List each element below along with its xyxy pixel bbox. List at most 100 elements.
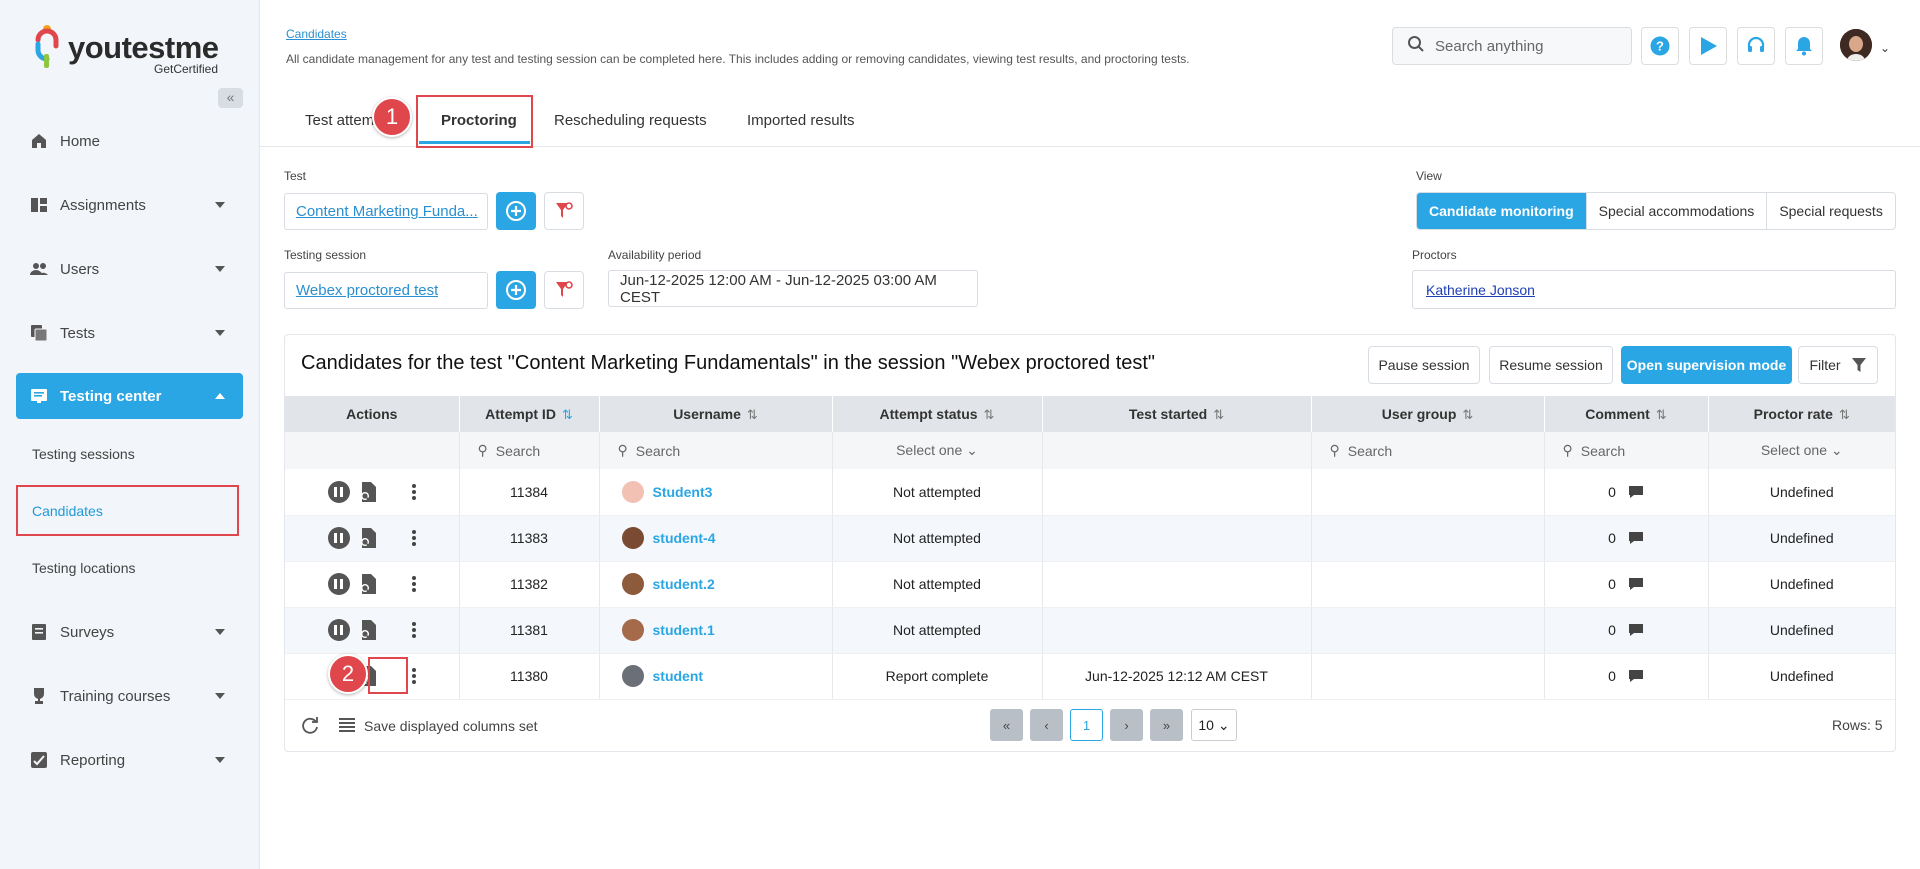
attempt-status-select[interactable]: Select one ⌄ <box>831 432 1042 469</box>
notifications-button[interactable] <box>1785 27 1823 65</box>
columns-list-icon[interactable] <box>339 717 355 736</box>
resume-session-button[interactable]: Resume session <box>1489 346 1613 384</box>
comment-icon[interactable] <box>1628 669 1644 683</box>
select-test-button[interactable] <box>496 192 536 230</box>
comment-icon[interactable] <box>1628 531 1644 545</box>
filter-button[interactable]: Filter <box>1798 346 1878 384</box>
report-icon[interactable] <box>358 619 378 641</box>
sidebar-item-assignments[interactable]: Assignments <box>16 182 243 228</box>
column-header-proctor-rate[interactable]: Proctor rate ⇅ <box>1707 396 1895 432</box>
column-header-username[interactable]: Username ⇅ <box>598 396 832 432</box>
username-cell[interactable]: student <box>598 653 832 700</box>
username-search-input[interactable]: ⚲ Search <box>598 432 832 469</box>
page-size-select[interactable]: 10 ⌄ <box>1191 709 1237 741</box>
comment-search-input[interactable]: ⚲ Search <box>1543 432 1708 469</box>
play-tour-button[interactable] <box>1689 27 1727 65</box>
column-header-attempt-id[interactable]: Attempt ID ⇅ <box>458 396 599 432</box>
username-link[interactable]: Student3 <box>653 484 713 500</box>
user-avatar[interactable] <box>1840 29 1872 61</box>
more-options-icon[interactable] <box>411 528 416 548</box>
select-session-button[interactable] <box>496 271 536 309</box>
report-icon[interactable] <box>358 481 378 503</box>
pause-icon[interactable] <box>327 573 350 595</box>
username-link[interactable]: student-4 <box>653 530 716 546</box>
clear-session-button[interactable] <box>544 271 584 309</box>
breadcrumb[interactable]: Candidates <box>286 27 347 41</box>
collapse-sidebar-button[interactable]: « <box>218 88 243 108</box>
tab-rescheduling-requests[interactable]: Rescheduling requests <box>554 112 707 129</box>
column-header-user-group[interactable]: User group ⇅ <box>1310 396 1544 432</box>
proctor-link[interactable]: Katherine Jonson <box>1426 282 1535 298</box>
user-group-search-input[interactable]: ⚲ Search <box>1310 432 1544 469</box>
sort-ascending-icon[interactable]: ⇅ <box>562 407 573 422</box>
previous-page-button[interactable]: ‹ <box>1030 709 1063 741</box>
help-button[interactable]: ? <box>1641 27 1679 65</box>
search-icon: ⚲ <box>1329 442 1340 458</box>
username-cell[interactable]: student.1 <box>598 607 832 654</box>
sidebar-item-surveys[interactable]: Surveys <box>16 609 243 655</box>
tab-test-attempts[interactable]: Test attem <box>305 112 374 129</box>
comment-icon[interactable] <box>1628 577 1644 591</box>
proctor-rate-select[interactable]: Select one ⌄ <box>1707 432 1895 469</box>
sidebar-subitem-testing-sessions[interactable]: Testing sessions <box>32 446 135 462</box>
pause-icon[interactable] <box>327 480 350 503</box>
username-link[interactable]: student.2 <box>653 576 715 592</box>
view-special-accommodations[interactable]: Special accommodations <box>1585 193 1767 229</box>
attempt-id-search-input[interactable]: ⚲ Search <box>458 432 599 469</box>
username-link[interactable]: student.1 <box>653 622 715 638</box>
clear-filter-icon <box>556 281 573 297</box>
global-search-input[interactable]: Search anything <box>1392 27 1632 65</box>
username-link[interactable]: student <box>653 668 704 684</box>
test-value[interactable]: Content Marketing Funda... <box>296 203 478 220</box>
more-options-icon[interactable] <box>411 620 416 640</box>
sort-icon[interactable]: ⇅ <box>1656 407 1667 422</box>
column-header-comment[interactable]: Comment ⇅ <box>1543 396 1708 432</box>
save-columns-button[interactable]: Save displayed columns set <box>364 718 538 734</box>
current-page-button[interactable]: 1 <box>1070 709 1103 741</box>
sort-icon[interactable]: ⇅ <box>984 407 995 422</box>
sidebar-item-reporting[interactable]: Reporting <box>16 737 243 783</box>
pause-session-button[interactable]: Pause session <box>1368 346 1480 384</box>
more-options-icon[interactable] <box>411 574 416 594</box>
more-options-icon[interactable] <box>411 482 416 502</box>
sidebar-item-home[interactable]: Home <box>16 118 243 164</box>
more-options-icon[interactable] <box>411 666 416 686</box>
sort-icon[interactable]: ⇅ <box>1839 407 1850 422</box>
sort-icon[interactable]: ⇅ <box>1462 407 1473 422</box>
sidebar-item-testing-center[interactable]: Testing center <box>16 373 243 419</box>
sort-icon[interactable]: ⇅ <box>1213 407 1224 422</box>
support-button[interactable] <box>1737 27 1775 65</box>
pause-icon[interactable] <box>327 527 350 549</box>
clear-test-button[interactable] <box>544 192 584 230</box>
sidebar-item-training-courses[interactable]: Training courses <box>16 673 243 719</box>
proctors-field[interactable]: Katherine Jonson <box>1412 270 1896 309</box>
column-header-test-started[interactable]: Test started ⇅ <box>1041 396 1311 432</box>
session-value[interactable]: Webex proctored test <box>296 282 438 299</box>
open-supervision-mode-button[interactable]: Open supervision mode <box>1621 346 1792 384</box>
session-select[interactable]: Webex proctored test <box>284 272 488 309</box>
view-candidate-monitoring[interactable]: Candidate monitoring <box>1417 193 1586 229</box>
sidebar-item-users[interactable]: Users <box>16 246 243 292</box>
report-icon[interactable] <box>358 573 378 595</box>
first-page-button[interactable]: « <box>990 709 1023 741</box>
refresh-icon[interactable] <box>300 715 320 738</box>
sidebar-item-tests[interactable]: Tests <box>16 310 243 356</box>
sort-icon[interactable]: ⇅ <box>747 407 758 422</box>
username-cell[interactable]: student-4 <box>598 515 832 562</box>
sidebar-subitem-testing-locations[interactable]: Testing locations <box>32 560 136 576</box>
username-cell[interactable]: Student3 <box>598 469 832 516</box>
pause-icon[interactable] <box>327 619 350 641</box>
tab-imported-results[interactable]: Imported results <box>747 112 855 129</box>
sidebar-item-label: Training courses <box>60 687 171 705</box>
column-header-attempt-status[interactable]: Attempt status ⇅ <box>831 396 1042 432</box>
test-select[interactable]: Content Marketing Funda... <box>284 193 488 230</box>
chevron-down-icon[interactable]: ⌄ <box>1880 41 1890 55</box>
view-special-requests[interactable]: Special requests <box>1766 193 1895 229</box>
next-page-button[interactable]: › <box>1110 709 1143 741</box>
report-icon[interactable] <box>358 527 378 549</box>
last-page-button[interactable]: » <box>1150 709 1183 741</box>
comment-icon[interactable] <box>1628 485 1644 499</box>
comment-icon[interactable] <box>1628 623 1644 637</box>
username-cell[interactable]: student.2 <box>598 561 832 608</box>
attempt-status-cell: Not attempted <box>831 561 1042 608</box>
